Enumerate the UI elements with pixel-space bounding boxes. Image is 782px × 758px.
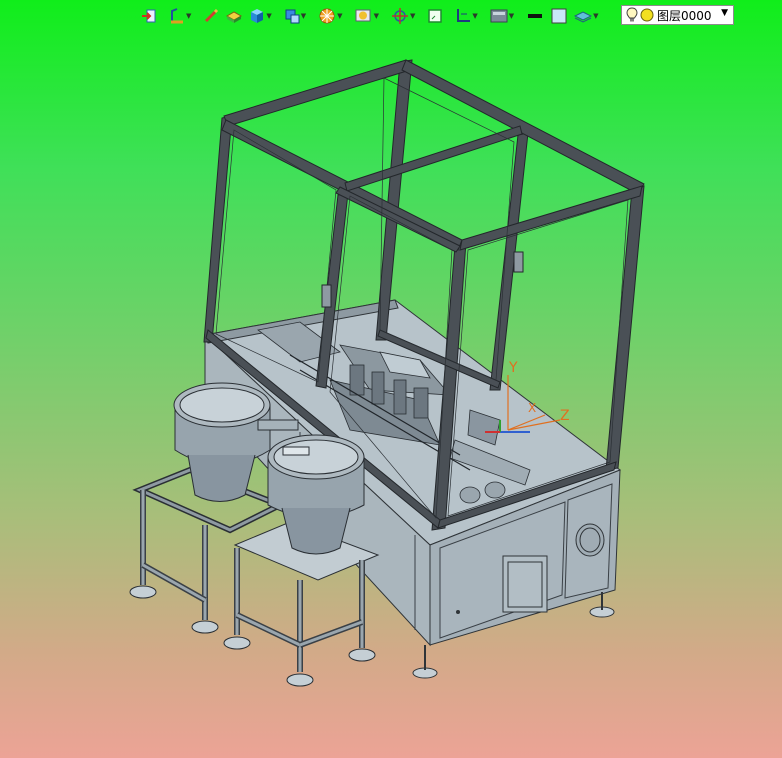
box-button[interactable] xyxy=(222,5,246,27)
bulb-icon xyxy=(626,7,638,22)
import-button[interactable] xyxy=(138,5,160,27)
frame-button[interactable] xyxy=(424,5,446,27)
chevron-down-icon: ▼ xyxy=(409,11,416,20)
chevron-down-icon: ▼ xyxy=(266,11,272,20)
cube-dropdown[interactable]: ▼ xyxy=(246,5,274,27)
cad-viewport[interactable]: Y X Z xyxy=(0,30,782,758)
axis-label-x: X xyxy=(528,401,536,415)
layer-stack-dropdown[interactable]: ▼ xyxy=(571,5,601,27)
sketch-dropdown[interactable]: ▼ xyxy=(166,5,194,27)
frame-icon xyxy=(428,9,443,23)
view-cube-dropdown[interactable]: ▼ xyxy=(281,5,309,27)
brackets xyxy=(321,251,524,308)
section-icon xyxy=(490,9,508,23)
chevron-down-icon: ▼ xyxy=(472,11,478,20)
plane-icon xyxy=(457,9,471,22)
layer-selector[interactable]: 图层0000 ▼ xyxy=(621,5,734,25)
box-icon xyxy=(226,11,243,23)
axis-icon xyxy=(391,8,408,24)
bowl-feeder-left xyxy=(129,382,299,634)
chevron-down-icon: ▼ xyxy=(508,11,515,20)
render-dropdown[interactable]: ▼ xyxy=(315,5,345,27)
line-color-icon xyxy=(528,14,543,18)
toolbar: ▼ ▼ ▼ ▼ ▼ ▼ ▼ ▼ ▼ xyxy=(138,4,602,28)
section-dropdown[interactable]: ▼ xyxy=(487,5,517,27)
layer-color-icon xyxy=(640,8,654,22)
display-icon xyxy=(355,9,371,22)
sketch-icon xyxy=(171,8,183,24)
chevron-down-icon: ▼ xyxy=(337,11,343,20)
render-icon xyxy=(319,8,335,24)
chevron-down-icon: ▼ xyxy=(300,11,307,20)
layer-name: 图层0000 xyxy=(657,8,712,23)
chevron-down-icon[interactable]: ▼ xyxy=(721,8,728,18)
cube-icon xyxy=(251,9,264,23)
axis-dropdown[interactable]: ▼ xyxy=(388,5,418,27)
view-cube-icon xyxy=(285,9,300,24)
chevron-down-icon: ▼ xyxy=(593,11,599,20)
import-icon xyxy=(142,9,156,23)
axis-label-y: Y xyxy=(508,360,518,376)
display-dropdown[interactable]: ▼ xyxy=(352,5,382,27)
pencil-icon xyxy=(205,8,219,23)
layer-stack-icon xyxy=(574,11,593,23)
axis-label-z: Z xyxy=(560,408,570,424)
fill-color-icon xyxy=(551,8,567,24)
machine-base xyxy=(203,299,622,647)
chevron-down-icon: ▼ xyxy=(186,11,192,20)
plane-dropdown[interactable]: ▼ xyxy=(452,5,480,27)
chevron-down-icon: ▼ xyxy=(373,11,379,20)
pencil-button[interactable] xyxy=(200,5,222,27)
fill-color-button[interactable] xyxy=(547,5,571,27)
line-color-button[interactable] xyxy=(523,5,547,27)
